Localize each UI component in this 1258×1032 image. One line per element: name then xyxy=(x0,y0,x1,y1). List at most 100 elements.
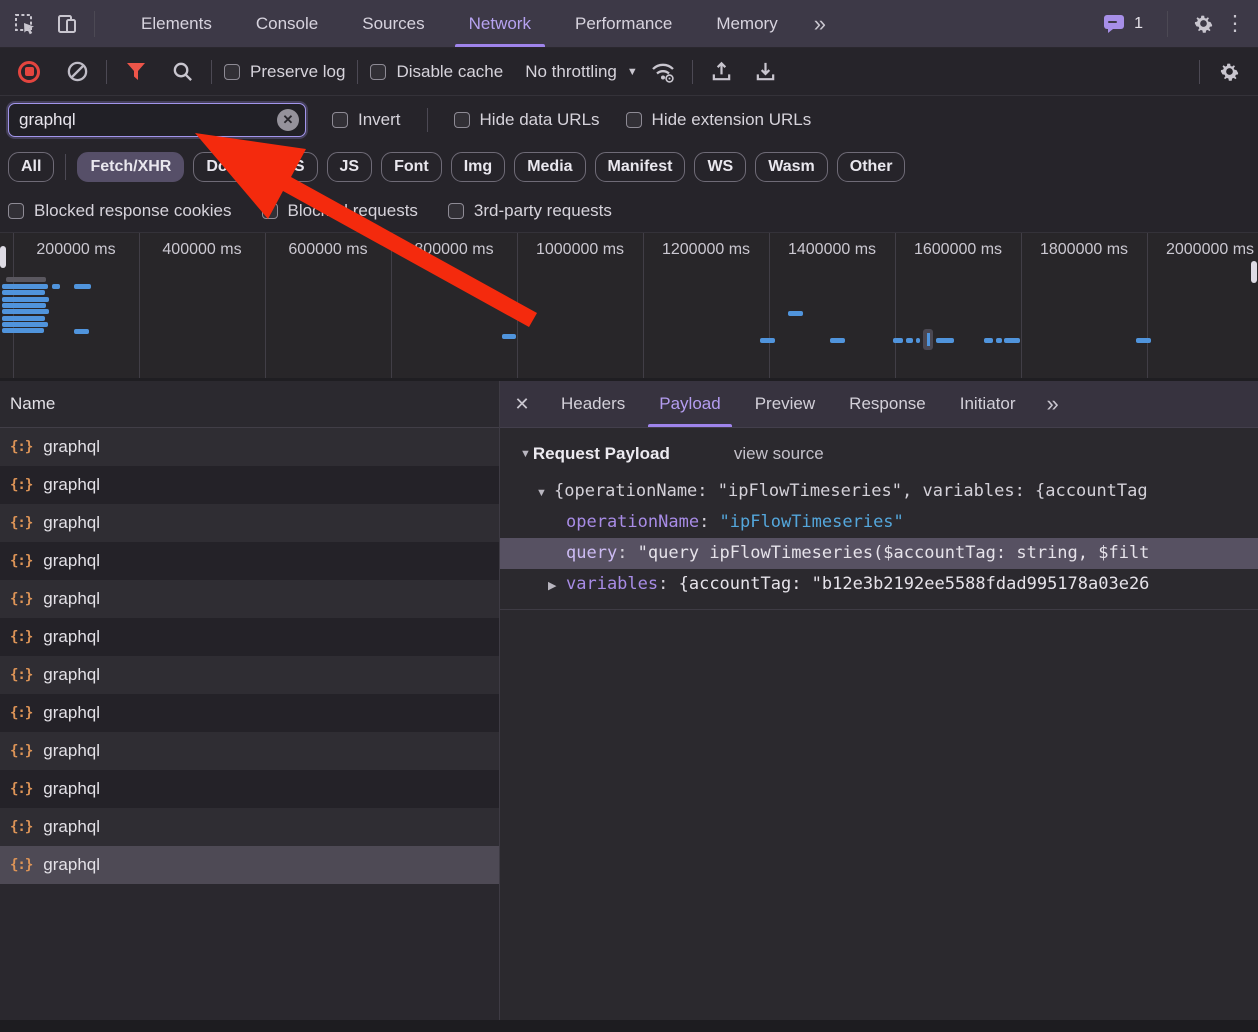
network-request-row[interactable]: {:}graphql xyxy=(0,732,499,770)
close-icon[interactable]: ✕ xyxy=(500,394,544,415)
filter-chip-wasm[interactable]: Wasm xyxy=(755,152,828,182)
network-request-row[interactable]: {:}graphql xyxy=(0,580,499,618)
panel-tabs: ElementsConsoleSourcesNetworkPerformance… xyxy=(119,0,800,47)
tab-performance[interactable]: Performance xyxy=(553,0,694,47)
more-tabs-icon[interactable]: » xyxy=(800,11,838,37)
payload-value: "ipFlowTimeseries" xyxy=(720,512,904,532)
network-request-row[interactable]: {:}graphql xyxy=(0,428,499,466)
more-menu-icon[interactable]: ⋮ xyxy=(1220,11,1250,36)
preserve-log-checkbox[interactable]: Preserve log xyxy=(224,62,345,82)
checkbox[interactable] xyxy=(8,203,24,219)
details-tab-payload[interactable]: Payload xyxy=(642,381,737,427)
network-conditions-icon[interactable] xyxy=(646,55,680,89)
tab-memory[interactable]: Memory xyxy=(694,0,799,47)
filter-chip-css[interactable]: CSS xyxy=(259,152,318,182)
tab-console[interactable]: Console xyxy=(234,0,340,47)
blocked-requests-checkbox[interactable]: Blocked requests xyxy=(262,201,418,221)
payload-row-query[interactable]: query: "query ipFlowTimeseries($accountT… xyxy=(500,538,1258,569)
network-request-row[interactable]: {:}graphql xyxy=(0,846,499,884)
checkbox[interactable] xyxy=(224,64,240,80)
waterfall-bar xyxy=(2,284,48,289)
issues-count[interactable]: 1 xyxy=(1134,15,1143,33)
network-overview-timeline[interactable]: 200000 ms400000 ms600000 ms800000 ms1000… xyxy=(0,233,1258,381)
filter-input[interactable] xyxy=(8,103,306,137)
timeline-left-handle[interactable] xyxy=(0,246,6,268)
timeline-tick-label: 2000000 ms xyxy=(1147,241,1258,259)
checkbox[interactable] xyxy=(454,112,470,128)
import-har-icon[interactable] xyxy=(705,55,739,89)
divider xyxy=(500,609,1258,610)
network-request-row[interactable]: {:}graphql xyxy=(0,618,499,656)
invert-label: Invert xyxy=(358,110,401,130)
view-source-link[interactable]: view source xyxy=(734,444,824,464)
disable-cache-checkbox[interactable]: Disable cache xyxy=(370,62,503,82)
filter-chip-other[interactable]: Other xyxy=(837,152,906,182)
filter-chip-img[interactable]: Img xyxy=(451,152,505,182)
filter-chip-media[interactable]: Media xyxy=(514,152,585,182)
filter-chip-js[interactable]: JS xyxy=(327,152,373,182)
hide-extension-urls-checkbox[interactable]: Hide extension URLs xyxy=(626,110,812,130)
details-tab-preview[interactable]: Preview xyxy=(738,381,832,427)
network-request-row[interactable]: {:}graphql xyxy=(0,808,499,846)
filter-chip-manifest[interactable]: Manifest xyxy=(595,152,686,182)
clear-network-log-icon[interactable] xyxy=(60,55,94,89)
details-tab-headers[interactable]: Headers xyxy=(544,381,642,427)
payload-row-operationName[interactable]: operationName: "ipFlowTimeseries" xyxy=(500,507,1258,538)
network-request-row[interactable]: {:}graphql xyxy=(0,466,499,504)
tab-network[interactable]: Network xyxy=(447,0,553,47)
issues-message-icon[interactable] xyxy=(1101,7,1127,41)
network-settings-gear-icon[interactable] xyxy=(1212,55,1246,89)
record-network-log-icon[interactable] xyxy=(12,55,46,89)
request-name: graphql xyxy=(43,817,100,837)
payload-preview-line[interactable]: ▼{operationName: "ipFlowTimeseries", var… xyxy=(500,476,1258,507)
checkbox[interactable] xyxy=(262,203,278,219)
payload-row-variables[interactable]: ▶variables: {accountTag: "b12e3b2192ee55… xyxy=(500,569,1258,600)
network-request-row[interactable]: {:}graphql xyxy=(0,770,499,808)
collapse-triangle-icon[interactable]: ▼ xyxy=(536,478,554,507)
export-har-icon[interactable] xyxy=(749,55,783,89)
3rd-party-requests-checkbox[interactable]: 3rd-party requests xyxy=(448,201,612,221)
tab-sources[interactable]: Sources xyxy=(340,0,446,47)
throttling-select[interactable]: No throttling ▼ xyxy=(525,62,638,82)
throttling-value: No throttling xyxy=(525,62,617,82)
details-tab-initiator[interactable]: Initiator xyxy=(943,381,1033,427)
waterfall-bar xyxy=(2,290,45,295)
blocked-response-cookies-checkbox[interactable]: Blocked response cookies xyxy=(8,201,232,221)
filter-chip-ws[interactable]: WS xyxy=(694,152,746,182)
checkbox[interactable] xyxy=(626,112,642,128)
device-toolbar-icon[interactable] xyxy=(50,7,84,41)
collapse-triangle-icon[interactable]: ▼ xyxy=(520,448,531,460)
waterfall-bar xyxy=(6,277,46,282)
tab-elements[interactable]: Elements xyxy=(119,0,234,47)
filter-chip-doc[interactable]: Doc xyxy=(193,152,249,182)
expand-triangle-icon[interactable]: ▶ xyxy=(548,571,566,600)
waterfall-bar xyxy=(2,303,46,308)
search-icon[interactable] xyxy=(165,55,199,89)
details-tab-response[interactable]: Response xyxy=(832,381,943,427)
filter-chip-all[interactable]: All xyxy=(8,152,54,182)
settings-gear-icon[interactable] xyxy=(1186,7,1220,41)
clear-input-icon[interactable]: ✕ xyxy=(277,109,299,131)
hide-data-urls-checkbox[interactable]: Hide data URLs xyxy=(454,110,600,130)
json-braces-icon: {:} xyxy=(10,553,32,569)
invert-checkbox[interactable]: Invert xyxy=(332,110,401,130)
network-request-row[interactable]: {:}graphql xyxy=(0,542,499,580)
details-more-tabs-icon[interactable]: » xyxy=(1032,391,1070,417)
network-request-row[interactable]: {:}graphql xyxy=(0,694,499,732)
checkbox[interactable] xyxy=(448,203,464,219)
filter-funnel-icon[interactable] xyxy=(119,55,153,89)
bottom-edge xyxy=(0,1020,1258,1032)
chevron-down-icon: ▼ xyxy=(627,66,638,78)
name-column-header[interactable]: Name xyxy=(0,381,499,428)
inspect-element-icon[interactable] xyxy=(8,7,42,41)
request-list: {:}graphql{:}graphql{:}graphql{:}graphql… xyxy=(0,428,499,1020)
filter-chip-fetch-xhr[interactable]: Fetch/XHR xyxy=(77,152,184,182)
timeline-right-handle[interactable] xyxy=(1251,261,1257,283)
checkbox[interactable] xyxy=(370,64,386,80)
network-request-row[interactable]: {:}graphql xyxy=(0,656,499,694)
filter-chip-font[interactable]: Font xyxy=(381,152,442,182)
json-braces-icon: {:} xyxy=(10,667,32,683)
timeline-tick-label: 1400000 ms xyxy=(769,241,895,259)
network-request-row[interactable]: {:}graphql xyxy=(0,504,499,542)
checkbox[interactable] xyxy=(332,112,348,128)
